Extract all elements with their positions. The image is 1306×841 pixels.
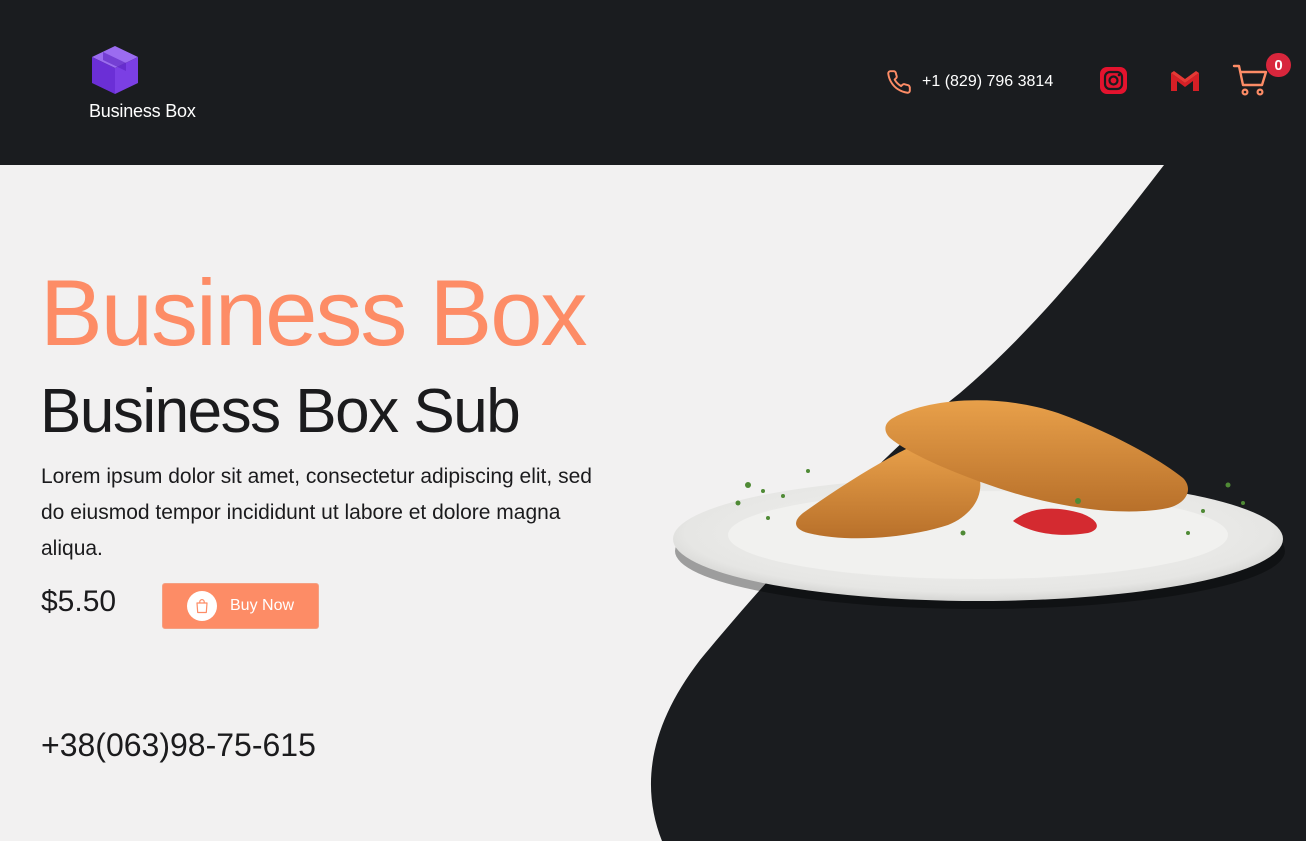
hero-section: Business Box Business Box Sub Lorem ipsu… (0, 165, 1306, 841)
shopping-bag-icon (187, 591, 217, 621)
hero-subtitle: Business Box Sub (40, 377, 521, 446)
hero-description: Lorem ipsum dolor sit amet, consectetur … (41, 465, 592, 560)
gmail-icon (1171, 71, 1199, 91)
phone-icon (887, 70, 911, 94)
contact-phone[interactable]: +38(063)98-75-615 (41, 725, 316, 765)
hero-title: Business Box (40, 260, 588, 365)
product-price: $5.50 (41, 585, 117, 618)
instagram-link[interactable] (1100, 67, 1127, 94)
food-plate-image (673, 400, 1285, 609)
cart-count-badge: 0 (1266, 53, 1291, 77)
box-logo-icon (92, 46, 138, 94)
cart-link[interactable] (1232, 63, 1268, 97)
logo-text[interactable]: Business Box (89, 101, 196, 122)
gmail-link[interactable] (1170, 70, 1200, 92)
header-phone-text: +1 (829) 796 3814 (922, 73, 1054, 90)
logo-link[interactable] (89, 44, 141, 96)
buy-now-button[interactable]: Buy Now (162, 583, 319, 629)
buy-now-label: Buy Now (230, 597, 295, 614)
instagram-icon (1100, 67, 1127, 94)
header-phone-link[interactable]: +1 (829) 796 3814 (886, 67, 1053, 97)
site-header: Business Box +1 (829) 796 3814 0 (0, 0, 1306, 165)
cart-icon (1232, 64, 1268, 96)
